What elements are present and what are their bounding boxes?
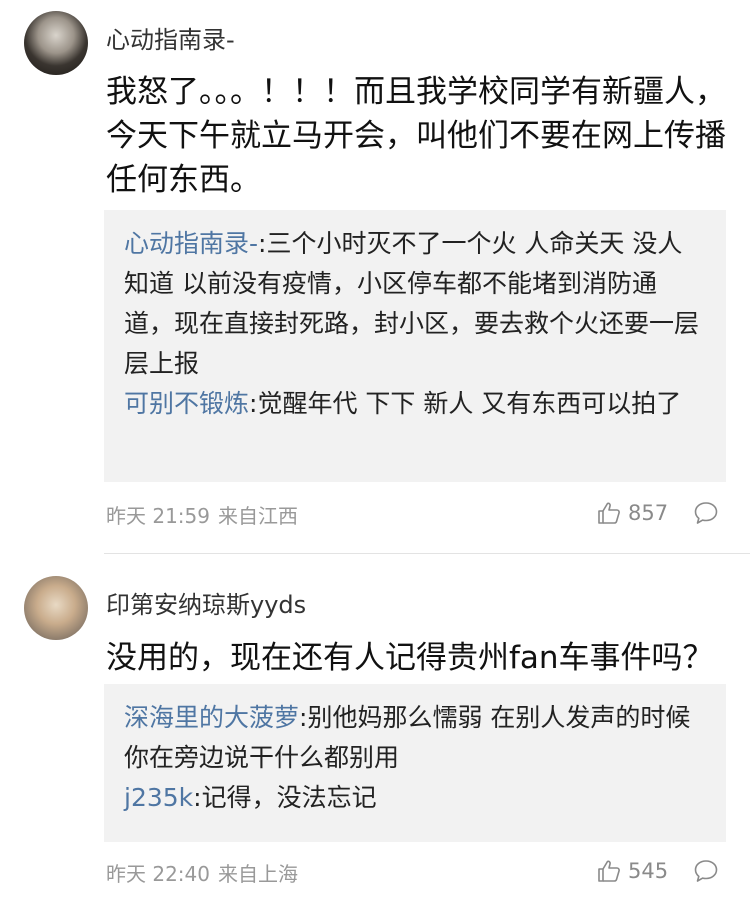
comment-text: 我怒了。。。！！！而且我学校同学有新疆人，今天下午就立马开会，叫他们不要在网上传… <box>106 74 726 198</box>
comment-meta: 昨天 21:59 来自江西 <box>106 500 298 529</box>
reply-text: :记得，没法忘记 <box>193 783 377 812</box>
reply-text: :觉醒年代 下下 新人 又有东西可以拍了 <box>249 389 682 418</box>
comment-username[interactable]: 心动指南录- <box>106 20 235 55</box>
thumbs-up-icon <box>598 860 620 882</box>
reply-username[interactable]: 心动指南录- <box>124 229 258 258</box>
reply-item: 心动指南录-:三个小时灭不了一个火 人命关天 没人知道 以前没有疫情，小区停车都… <box>124 224 706 384</box>
divider <box>104 553 750 554</box>
comment-list: 心动指南录- 我怒了。。。！！！而且我学校同学有新疆人，今天下午就立马开会，叫他… <box>0 0 750 909</box>
reply-username[interactable]: j235k <box>124 783 193 812</box>
thumbs-up-icon <box>598 502 620 524</box>
like-button[interactable]: 857 <box>596 500 668 526</box>
comment-bubble-icon[interactable] <box>693 500 719 526</box>
comment-location: 来自江西 <box>218 504 298 528</box>
comment-location: 来自上海 <box>218 862 298 886</box>
like-count: 857 <box>628 501 669 525</box>
reply-item: 深海里的大菠萝:别他妈那么懦弱 在别人发声的时候你在旁边说干什么都别用 <box>124 698 706 778</box>
comment-bubble-icon[interactable] <box>693 858 719 884</box>
comment-meta: 昨天 22:40 来自上海 <box>106 858 298 887</box>
comment-item: 印第安纳琼斯yyds 没用的，现在还有人记得贵州fan车事件吗？ 深海里的大菠萝… <box>0 556 750 909</box>
reply-username[interactable]: 可别不锻炼 <box>124 389 249 418</box>
avatar[interactable] <box>24 576 88 640</box>
like-count: 545 <box>628 859 669 883</box>
comment-username[interactable]: 印第安纳琼斯yyds <box>106 585 306 620</box>
reply-box[interactable]: 心动指南录-:三个小时灭不了一个火 人命关天 没人知道 以前没有疫情，小区停车都… <box>104 210 726 482</box>
comment-time: 昨天 22:40 <box>106 862 210 886</box>
comment-time: 昨天 21:59 <box>106 504 210 528</box>
reply-item: 可别不锻炼:觉醒年代 下下 新人 又有东西可以拍了 <box>124 384 706 424</box>
reply-username[interactable]: 深海里的大菠萝 <box>124 703 299 732</box>
reply-box[interactable]: 深海里的大菠萝:别他妈那么懦弱 在别人发声的时候你在旁边说干什么都别用 j235… <box>104 684 726 842</box>
reply-item: j235k:记得，没法忘记 <box>124 778 706 818</box>
comment-text: 没用的，现在还有人记得贵州fan车事件吗？ <box>106 640 714 676</box>
avatar[interactable] <box>24 11 88 75</box>
like-button[interactable]: 545 <box>596 858 668 884</box>
comment-item: 心动指南录- 我怒了。。。！！！而且我学校同学有新疆人，今天下午就立马开会，叫他… <box>0 0 750 556</box>
